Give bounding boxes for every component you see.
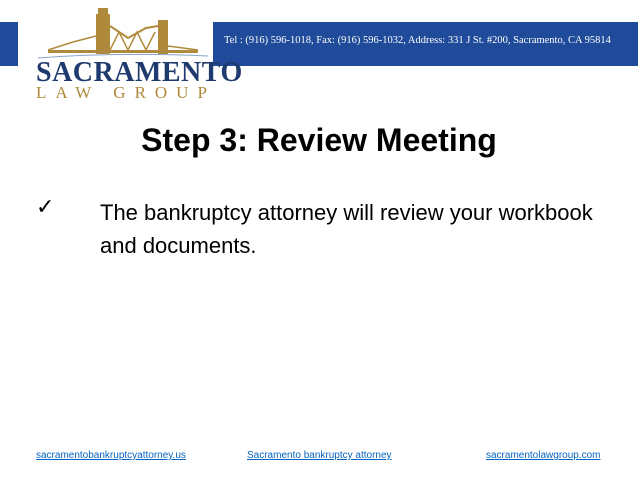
bullet-text: The bankruptcy attorney will review your… xyxy=(100,200,593,258)
logo-name-line2: LAW GROUP xyxy=(36,83,216,102)
footer-link-bankruptcy-attorney[interactable]: Sacramento bankruptcy attorney xyxy=(247,450,392,461)
footer-link-law-group-site[interactable]: sacramentolawgroup.com xyxy=(486,450,601,461)
footer-link-bankruptcy-site[interactable]: sacramentobankruptcyattorney.us xyxy=(36,450,186,461)
contact-info: Tel : (916) 596-1018, Fax: (916) 596-103… xyxy=(224,35,611,46)
checkmark-icon: ✓ xyxy=(36,195,55,220)
slide-title: Step 3: Review Meeting xyxy=(141,122,497,158)
